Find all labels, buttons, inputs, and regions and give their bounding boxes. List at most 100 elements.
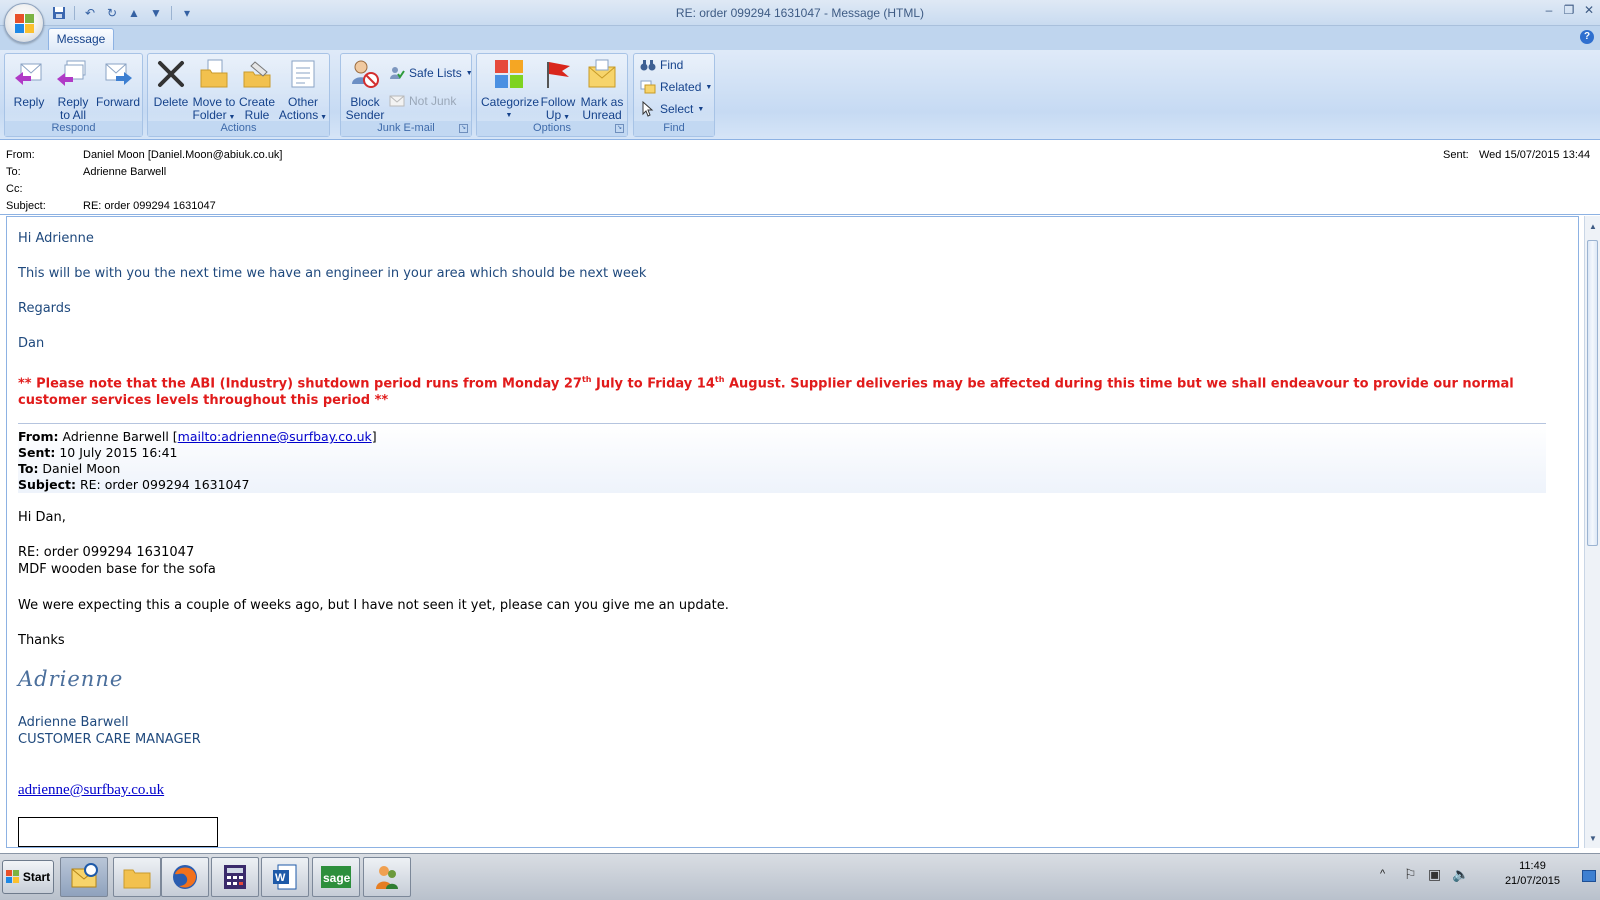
move-to-folder-label-2: Folder — [192, 108, 227, 122]
find-button[interactable]: Find — [640, 55, 683, 75]
start-button[interactable]: Start — [2, 860, 54, 894]
svg-text:W: W — [275, 872, 286, 884]
taskbar-sage[interactable]: sage — [312, 857, 360, 897]
action-center-flag-icon[interactable]: ⚐ — [1404, 866, 1417, 883]
message-body: Hi Adrienne This will be with you the ne… — [6, 216, 1579, 848]
other-actions-icon — [287, 58, 319, 90]
help-icon[interactable]: ? — [1580, 30, 1594, 44]
safe-lists-button[interactable]: Safe Lists ▼ — [389, 63, 473, 83]
title-bar: ↶ ↻ ▲ ▼ ▾ RE: order 099294 1631047 - Mes… — [0, 0, 1600, 26]
create-rule-icon — [241, 58, 273, 90]
dropdown-arrow-icon: ▼ — [697, 105, 705, 113]
other-actions-button[interactable]: Other Actions ▼ — [278, 56, 328, 122]
taskbar-contacts[interactable] — [363, 857, 411, 897]
scrollbar-thumb[interactable] — [1587, 240, 1598, 546]
dropdown-arrow-icon: ▼ — [561, 114, 571, 121]
not-junk-label: Not Junk — [409, 94, 457, 108]
related-button[interactable]: Related ▼ — [640, 77, 712, 97]
office-button[interactable] — [4, 3, 44, 43]
create-rule-button[interactable]: Create Rule — [237, 56, 277, 122]
mark-as-unread-icon — [586, 58, 618, 90]
actions-group-label: Actions — [148, 121, 329, 136]
vertical-scrollbar[interactable]: ▲ ▼ — [1584, 216, 1600, 848]
show-hidden-icons-icon[interactable]: ^ — [1380, 868, 1385, 880]
signature-title: CUSTOMER CARE MANAGER — [18, 732, 201, 747]
contacts-icon — [376, 866, 398, 889]
respond-group: Reply Reply to All Forward Respond — [4, 53, 143, 137]
from-label: From: — [6, 149, 35, 161]
minimize-icon[interactable]: – — [1542, 2, 1556, 18]
options-group-label: Options — [477, 121, 627, 136]
tab-message[interactable]: Message — [48, 28, 114, 50]
start-label: Start — [22, 870, 51, 884]
move-to-folder-icon — [198, 58, 230, 90]
signature-email-link[interactable]: adrienne@surfbay.co.uk — [18, 782, 164, 799]
actions-group: Delete Move to Folder ▼ Create Rule Othe… — [147, 53, 330, 137]
scroll-down-icon[interactable]: ▼ — [1588, 834, 1598, 844]
to-value[interactable]: Adrienne Barwell — [83, 166, 166, 178]
categorize-button[interactable]: Categorize ▼ — [481, 56, 540, 122]
reply-all-button[interactable]: Reply to All — [51, 56, 95, 122]
follow-up-button[interactable]: Follow Up ▼ — [537, 56, 579, 122]
mark-as-unread-button[interactable]: Mark as Unread — [579, 56, 625, 122]
window-controls: – ❐ ✕ — [1542, 2, 1596, 18]
dialog-launcher-icon[interactable]: ↘ — [459, 124, 468, 133]
select-button[interactable]: Select ▼ — [640, 99, 704, 119]
windows-logo-icon — [5, 870, 20, 884]
taskbar-explorer[interactable] — [113, 857, 161, 897]
svg-text:sage: sage — [323, 871, 351, 885]
forward-button[interactable]: Forward — [94, 56, 142, 122]
delete-label: Delete — [153, 95, 189, 109]
follow-up-label-2: Up — [545, 108, 562, 122]
sage-icon: sage — [321, 866, 351, 888]
find-group-label: Find — [634, 121, 714, 136]
junk-email-group-label: Junk E-mail — [341, 121, 471, 136]
forwarded-sent: Sent: 10 July 2015 16:41 — [18, 445, 178, 460]
related-label: Related — [660, 80, 702, 94]
dropdown-arrow-icon: ▼ — [705, 83, 713, 91]
mailto-link[interactable]: mailto:adrienne@surfbay.co.uk — [178, 429, 372, 444]
delete-button[interactable]: Delete — [152, 56, 190, 122]
subject-label: Subject: — [6, 200, 46, 212]
system-tray: ^ ⚐ ▣ 🔈 — [1370, 856, 1600, 898]
expecting-line: We were expecting this a couple of weeks… — [18, 598, 729, 613]
from-value[interactable]: Daniel Moon [Daniel.Moon@abiuk.co.uk] — [83, 149, 283, 161]
show-desktop-icon[interactable] — [1582, 870, 1596, 882]
taskbar-outlook[interactable] — [60, 857, 108, 897]
taskbar-calculator[interactable] — [211, 857, 259, 897]
scroll-up-icon[interactable]: ▲ — [1588, 222, 1598, 232]
forwarded-header: From: Adrienne Barwell [mailto:adrienne@… — [18, 423, 1546, 493]
categorize-icon — [493, 58, 525, 90]
ribbon-tab-row: Message ? — [0, 26, 1600, 50]
taskbar-firefox[interactable] — [161, 857, 209, 897]
clock[interactable]: 11:49 21/07/2015 — [1505, 859, 1560, 889]
reply-all-icon — [57, 58, 89, 90]
other-actions-label-2: Actions — [278, 108, 319, 122]
handwritten-signature: Adrienne — [18, 667, 124, 691]
safe-lists-icon — [389, 65, 405, 81]
not-junk-button[interactable]: Not Junk — [389, 91, 456, 111]
options-group: Categorize ▼ Follow Up ▼ Mark as Unread … — [476, 53, 628, 137]
shutdown-notice: ** Please note that the ABI (Industry) s… — [18, 375, 1514, 409]
block-sender-button[interactable]: Block Sender — [343, 56, 387, 122]
network-icon[interactable]: ▣ — [1428, 866, 1441, 883]
move-to-folder-button[interactable]: Move to Folder ▼ — [191, 56, 237, 122]
sent-value: Wed 15/07/2015 13:44 — [1479, 149, 1591, 161]
taskbar-word[interactable]: W — [261, 857, 309, 897]
dialog-launcher-icon[interactable]: ↘ — [615, 124, 624, 133]
not-junk-icon — [389, 93, 405, 109]
taskbar: Start W sage ^ ⚐ ▣ 🔈 11:49 21/07/2015 — [0, 853, 1600, 900]
block-sender-icon — [349, 58, 381, 90]
volume-icon[interactable]: 🔈 — [1452, 866, 1469, 883]
categorize-label: Categorize — [481, 95, 540, 109]
firefox-icon — [173, 865, 197, 889]
maximize-icon[interactable]: ❐ — [1562, 2, 1576, 18]
sent-label: Sent: — [1443, 149, 1469, 161]
greeting: Hi Adrienne — [18, 231, 94, 246]
reply-button[interactable]: Reply — [8, 56, 50, 122]
reply-label: Reply — [13, 95, 45, 109]
ribbon: Reply Reply to All Forward Respond Delet… — [0, 50, 1600, 140]
cursor-arrow-icon — [640, 100, 656, 117]
sender-name: Dan — [18, 336, 45, 351]
close-icon[interactable]: ✕ — [1582, 2, 1596, 18]
